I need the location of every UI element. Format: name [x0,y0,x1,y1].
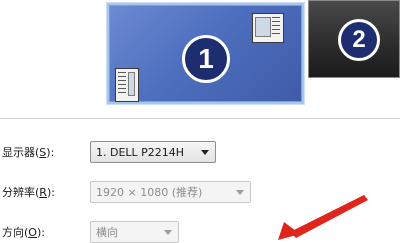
resolution-label: 分辨率(R): [2,186,55,199]
window-thumbnail-icon [252,13,284,43]
display-select-value: 1. DELL P2214H [96,145,185,159]
chevron-down-icon [201,150,209,155]
orientation-label: 方向(O): [2,226,45,239]
orientation-select-value: 横向 [96,226,118,239]
monitor-1-tile[interactable]: 1 [107,3,304,104]
chevron-down-icon [164,230,172,235]
red-arrow-shaft [290,195,368,238]
monitor-arrangement-preview: 1 2 [0,0,400,119]
monitor-2-number-badge: 2 [338,19,380,61]
display-select[interactable]: 1. DELL P2214H [90,141,216,163]
resolution-row: 分辨率(R): [0,181,90,203]
resolution-select[interactable]: 1920 × 1080 (推荐) [90,181,251,203]
chevron-down-icon [236,190,244,195]
display-row: 显示器(S): [0,141,90,163]
monitor-2-tile[interactable]: 2 [308,0,400,78]
red-annotation-arrow-icon [278,195,368,240]
window-thumbnail-icon [115,68,139,102]
resolution-select-value: 1920 × 1080 (推荐) [96,186,203,199]
display-label: 显示器(S): [2,146,55,159]
monitor-1-number-badge: 1 [182,35,230,83]
